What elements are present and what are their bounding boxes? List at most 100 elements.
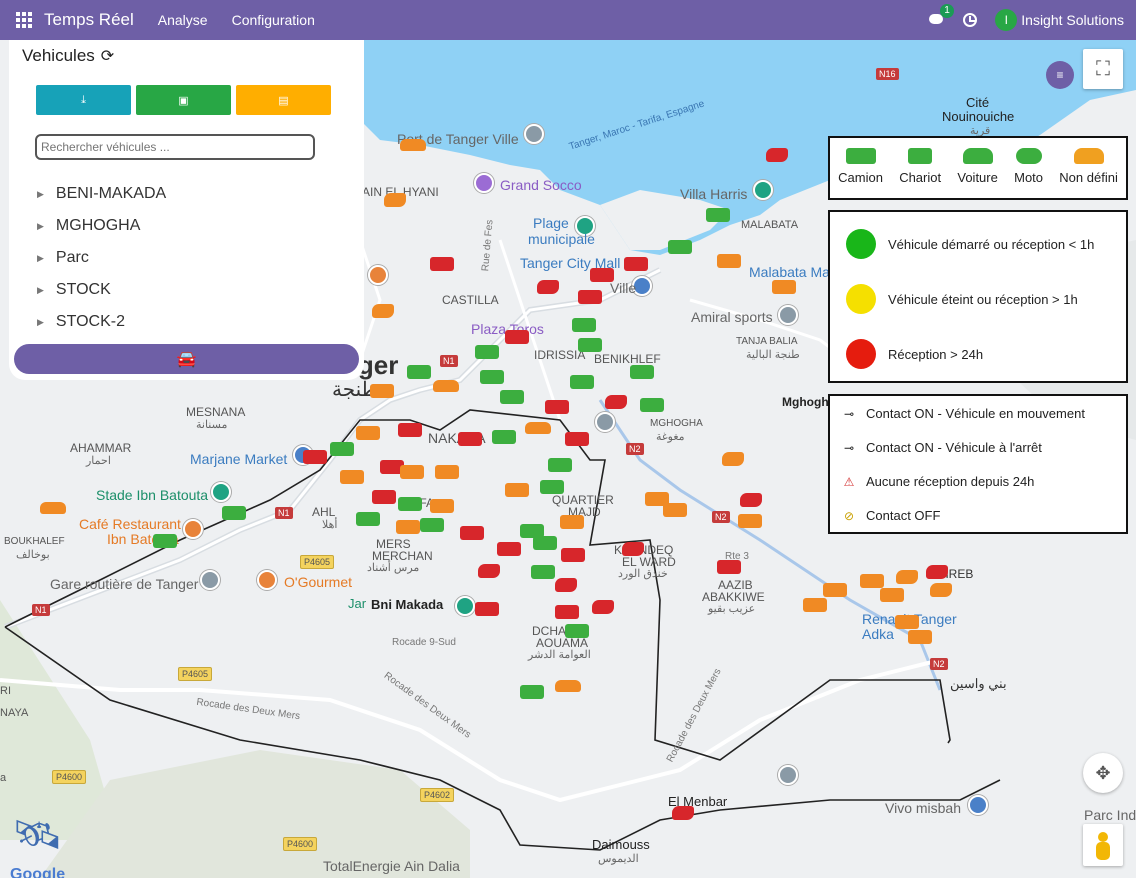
vehicle-marker[interactable] (908, 630, 932, 644)
vehicle-marker[interactable] (222, 506, 246, 520)
layers-fab-button[interactable]: ≡ (1046, 61, 1074, 89)
vehicle-marker[interactable] (772, 280, 796, 294)
user-menu[interactable]: I Insight Solutions (995, 9, 1124, 31)
vehicle-marker[interactable] (153, 534, 177, 548)
vehicle-marker[interactable] (384, 193, 406, 207)
vehicle-marker[interactable] (548, 458, 572, 472)
vehicle-marker[interactable] (560, 515, 584, 529)
vehicle-marker[interactable] (372, 304, 394, 318)
vehicle-marker[interactable] (396, 520, 420, 534)
activity-clock-icon[interactable] (963, 13, 978, 27)
vehicle-marker[interactable] (370, 384, 394, 398)
vehicle-marker[interactable] (407, 365, 431, 379)
vehicle-marker[interactable] (303, 450, 327, 464)
tree-item-parc[interactable]: ▶ Parc (37, 242, 166, 274)
app-title[interactable]: Temps Réel (44, 10, 134, 30)
vehicles-toggle-button[interactable]: 🚘 (14, 344, 359, 374)
vehicle-marker[interactable] (478, 564, 500, 578)
vehicle-marker[interactable] (340, 470, 364, 484)
export-pdf-button[interactable]: ▤ (236, 85, 331, 115)
vehicle-marker[interactable] (590, 268, 614, 282)
vehicle-marker[interactable] (896, 570, 918, 584)
vehicle-marker[interactable] (565, 432, 589, 446)
fullscreen-button[interactable]: ⛶ (1083, 49, 1123, 89)
vehicle-marker[interactable] (823, 583, 847, 597)
vehicle-marker[interactable] (706, 208, 730, 222)
caret-right-icon[interactable]: ▶ (37, 221, 44, 232)
vehicle-marker[interactable] (668, 240, 692, 254)
vehicle-marker[interactable] (880, 588, 904, 602)
vehicle-marker[interactable] (545, 400, 569, 414)
vehicle-marker[interactable] (356, 512, 380, 526)
export-excel-button[interactable]: ▣ (136, 85, 231, 115)
vehicle-marker[interactable] (537, 280, 559, 294)
download-button[interactable]: ⤓ (36, 85, 131, 115)
vehicle-marker[interactable] (480, 370, 504, 384)
vehicle-marker[interactable] (40, 502, 66, 514)
vehicle-marker[interactable] (895, 615, 919, 629)
tree-item-stock[interactable]: ▶ STOCK (37, 274, 166, 306)
street-view-pegman-icon[interactable] (1083, 824, 1123, 866)
vehicle-marker[interactable] (475, 345, 499, 359)
vehicle-marker[interactable] (400, 139, 426, 151)
caret-right-icon[interactable]: ▶ (37, 317, 44, 328)
caret-right-icon[interactable]: ▶ (37, 253, 44, 264)
menu-analyse[interactable]: Analyse (158, 12, 208, 28)
vehicle-marker[interactable] (640, 398, 664, 412)
restaurant-poi-icon[interactable] (368, 265, 388, 285)
vehicle-marker[interactable] (475, 602, 499, 616)
vehicle-marker[interactable] (738, 514, 762, 528)
tree-item-beni-makada[interactable]: ▶ BENI-MAKADA (37, 178, 166, 210)
tree-item-mghogha[interactable]: ▶ MGHOGHA (37, 210, 166, 242)
restaurant-poi-icon[interactable] (257, 570, 277, 590)
vehicle-marker[interactable] (531, 565, 555, 579)
vehicle-marker[interactable] (500, 390, 524, 404)
vehicle-marker[interactable] (803, 598, 827, 612)
restaurant-poi-icon[interactable] (183, 519, 203, 539)
stadium-poi-icon[interactable] (211, 482, 231, 502)
vehicle-marker[interactable] (717, 254, 741, 268)
vehicle-marker[interactable] (663, 503, 687, 517)
vehicle-search-input[interactable] (35, 134, 315, 160)
caret-right-icon[interactable]: ▶ (37, 189, 44, 200)
vehicle-marker[interactable] (766, 148, 788, 162)
vehicle-marker[interactable] (578, 290, 602, 304)
vehicle-marker[interactable] (624, 257, 648, 271)
vehicle-marker[interactable] (926, 565, 948, 579)
vehicle-marker[interactable] (561, 548, 585, 562)
vehicle-marker[interactable] (458, 432, 482, 446)
fuel-poi-icon[interactable] (968, 795, 988, 815)
refresh-icon[interactable]: ⟳ (101, 46, 114, 66)
vehicle-marker[interactable] (722, 452, 744, 466)
vehicle-marker[interactable] (570, 375, 594, 389)
vehicle-marker[interactable] (330, 442, 354, 456)
vehicle-marker[interactable] (505, 483, 529, 497)
vehicle-marker[interactable] (420, 518, 444, 532)
vehicle-marker[interactable] (372, 490, 396, 504)
vehicle-marker[interactable] (605, 395, 627, 409)
vehicle-marker[interactable] (592, 600, 614, 614)
vehicle-marker[interactable] (435, 465, 459, 479)
vehicle-marker[interactable] (398, 423, 422, 437)
vehicle-marker[interactable] (525, 422, 551, 434)
park-poi-icon[interactable] (455, 596, 475, 616)
apps-menu-icon[interactable] (16, 12, 32, 28)
vehicle-marker[interactable] (717, 560, 741, 574)
vehicle-marker[interactable] (430, 499, 454, 513)
vehicle-marker[interactable] (520, 685, 544, 699)
vehicle-marker[interactable] (398, 497, 422, 511)
menu-configuration[interactable]: Configuration (232, 12, 315, 28)
vehicle-marker[interactable] (460, 526, 484, 540)
vehicle-marker[interactable] (533, 536, 557, 550)
vehicle-marker[interactable] (630, 365, 654, 379)
vehicle-marker[interactable] (555, 680, 581, 692)
vehicle-marker[interactable] (433, 380, 459, 392)
vehicle-marker[interactable] (540, 480, 564, 494)
vehicle-marker[interactable] (622, 542, 644, 556)
grand-socco-poi-icon[interactable] (474, 173, 494, 193)
vehicle-marker[interactable] (672, 806, 694, 820)
caret-right-icon[interactable]: ▶ (37, 285, 44, 296)
place-poi-icon[interactable] (595, 412, 615, 432)
vehicle-marker[interactable] (400, 465, 424, 479)
vehicle-marker[interactable] (356, 426, 380, 440)
